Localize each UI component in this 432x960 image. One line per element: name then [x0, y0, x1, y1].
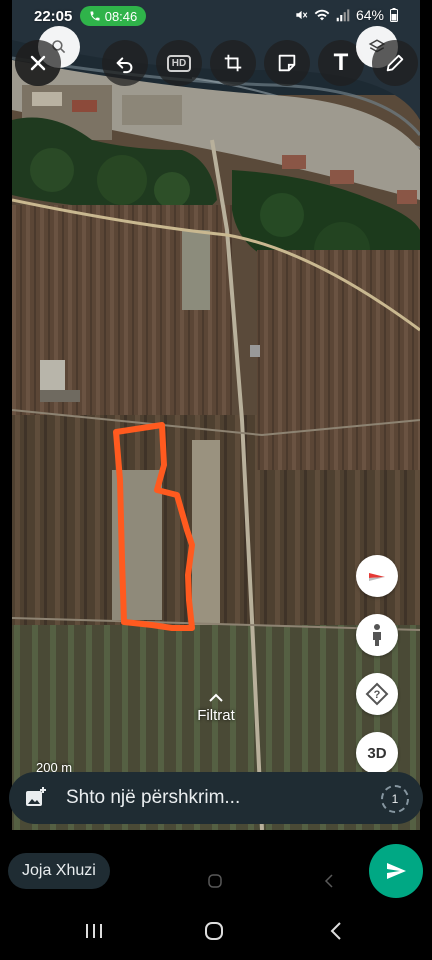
ghost-home-icon: [200, 868, 230, 894]
ghost-back-icon: [314, 868, 344, 894]
home-icon: [205, 922, 223, 940]
street-view-button[interactable]: [356, 614, 398, 656]
chevron-up-icon: [209, 693, 223, 702]
wifi-icon: [314, 9, 330, 21]
crop-rotate-button[interactable]: [210, 40, 256, 86]
undo-icon: [116, 57, 133, 74]
svg-text:?: ?: [374, 689, 381, 701]
undo-button[interactable]: [102, 40, 148, 86]
hd-toggle-button[interactable]: HD: [156, 40, 202, 86]
back-icon: [330, 922, 341, 940]
signal-icon: [336, 9, 350, 22]
recent-apps-button[interactable]: [74, 916, 114, 946]
send-icon: [387, 863, 406, 879]
pencil-icon: [386, 54, 404, 72]
recipient-name: Joja Xhuzi: [22, 862, 96, 879]
help-icon: ?: [365, 682, 389, 706]
call-duration: 08:46: [104, 8, 138, 24]
ongoing-call-pill[interactable]: 08:46: [80, 6, 146, 26]
status-time: 22:05: [34, 8, 73, 25]
pegman-icon: [373, 624, 381, 646]
view-3d-label: 3D: [367, 744, 387, 762]
text-tool-label: T: [333, 49, 349, 76]
battery-icon: [390, 8, 398, 22]
sticker-icon: [278, 54, 296, 72]
caption-bar[interactable]: Shto një përshkrim... 1: [9, 772, 423, 824]
close-icon: [30, 55, 46, 71]
caption-input[interactable]: Shto një përshkrim...: [66, 787, 240, 809]
recent-apps-icon: [86, 924, 102, 938]
status-icons: 64%: [294, 7, 398, 23]
mute-icon: [296, 10, 308, 20]
filters-toggle[interactable]: Filtrat: [178, 690, 254, 724]
phone-icon: [90, 11, 100, 21]
draw-button[interactable]: [372, 40, 418, 86]
view-3d-button[interactable]: 3D: [356, 732, 398, 774]
recipient-chip[interactable]: Joja Xhuzi: [8, 853, 110, 889]
compass-icon: [369, 573, 385, 581]
system-navigation-bar: [0, 900, 432, 960]
sticker-button[interactable]: [264, 40, 310, 86]
close-button-overlay[interactable]: [15, 40, 61, 86]
help-button[interactable]: ?: [356, 673, 398, 715]
home-button[interactable]: [194, 916, 234, 946]
view-once-label: 1: [391, 792, 399, 806]
crop-rotate-icon: [224, 54, 242, 72]
hd-label: HD: [166, 54, 192, 72]
view-once-button[interactable]: 1: [381, 785, 409, 813]
add-image-icon[interactable]: [24, 786, 48, 810]
screen: 22:05 08:46 64% HD T ? 3D Filtrat 200 m …: [0, 0, 432, 960]
compass-button[interactable]: [356, 555, 398, 597]
battery-level: 64%: [355, 7, 384, 23]
back-button[interactable]: [316, 916, 356, 946]
filters-label: Filtrat: [197, 707, 235, 724]
send-button[interactable]: [369, 844, 423, 898]
